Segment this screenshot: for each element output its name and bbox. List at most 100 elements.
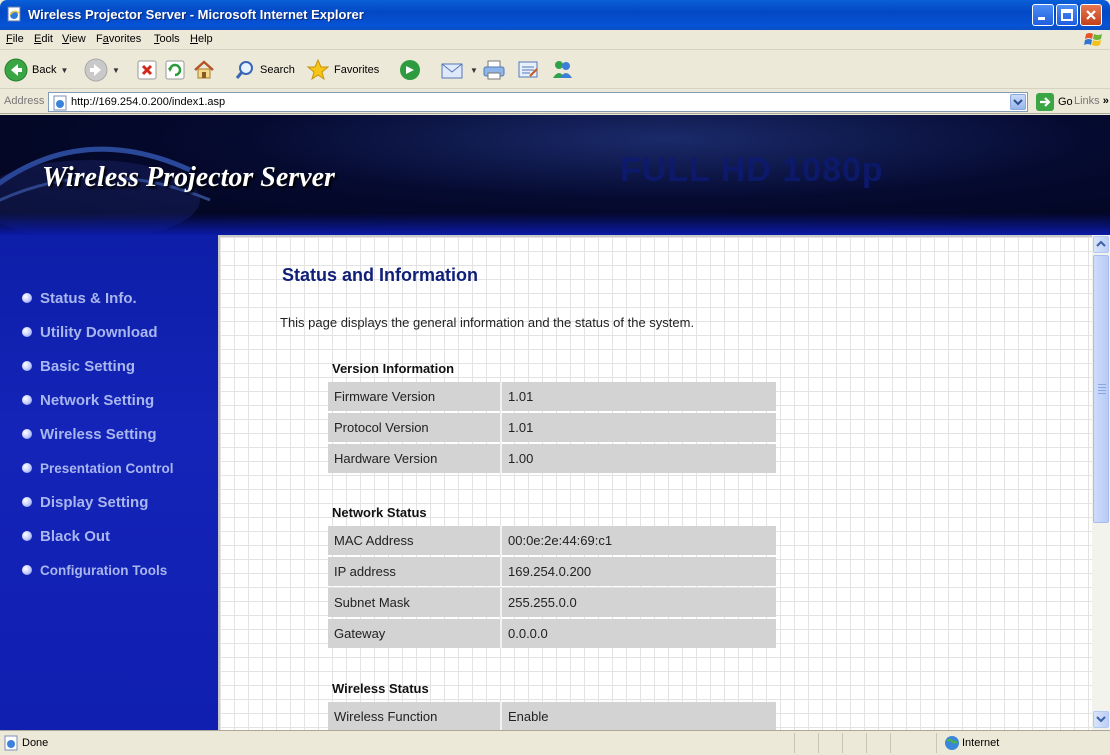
sidebar-item-black-out[interactable]: Black Out	[22, 525, 110, 547]
sidebar-item-presentation-control[interactable]: Presentation Control	[22, 457, 174, 479]
minimize-icon	[1038, 17, 1045, 20]
table-row: Hardware Version 1.00	[328, 444, 776, 473]
page-viewport: FULL HD 1080p Wireless Projector Server …	[0, 115, 1110, 730]
bullet-icon	[22, 327, 32, 337]
forward-arrow-icon	[84, 58, 108, 82]
bullet-icon	[22, 429, 32, 439]
links-button[interactable]: Links »	[1074, 95, 1109, 107]
menu-file[interactable]: File	[6, 33, 24, 45]
section-title-network: Network Status	[332, 505, 427, 520]
row-key: Wireless Function	[328, 702, 500, 730]
sidebar-item-status-info[interactable]: Status & Info.	[22, 287, 137, 309]
table-row: Gateway 0.0.0.0	[328, 619, 776, 648]
sidebar-item-configuration-tools[interactable]: Configuration Tools	[22, 559, 167, 581]
back-button[interactable]: Back ▼	[4, 56, 68, 84]
sidebar-item-utility-download[interactable]: Utility Download	[22, 321, 158, 343]
sidebar-item-network-setting[interactable]: Network Setting	[22, 389, 154, 411]
close-icon	[1086, 10, 1096, 20]
go-arrow-icon	[1036, 93, 1054, 111]
chevron-down-icon	[1096, 716, 1106, 723]
row-key: Protocol Version	[328, 413, 500, 442]
menu-bar: File Edit View Favorites Tools Help	[0, 30, 1110, 50]
messenger-icon	[553, 61, 572, 78]
row-value: 1.01	[500, 413, 776, 442]
scroll-down-button[interactable]	[1093, 711, 1109, 728]
table-row: Protocol Version 1.01	[328, 413, 776, 442]
sidebar: Status & Info. Utility Download Basic Se…	[0, 235, 218, 730]
messenger-button[interactable]	[550, 56, 574, 84]
toolbar: Back ▼ ▼ Search Favorites ▼	[0, 51, 1110, 89]
banner-brand-title: Wireless Projector Server	[42, 162, 335, 193]
search-button[interactable]: Search	[234, 56, 295, 84]
row-key: IP address	[328, 557, 500, 586]
bullet-icon	[22, 395, 32, 405]
menu-help[interactable]: Help	[190, 33, 213, 45]
window-title: Wireless Projector Server - Microsoft In…	[28, 7, 364, 22]
row-key: Gateway	[328, 619, 500, 648]
go-button[interactable]: Go	[1036, 93, 1073, 111]
row-key: Firmware Version	[328, 382, 500, 411]
media-button[interactable]	[398, 56, 422, 84]
page-icon	[53, 95, 67, 111]
sidebar-item-basic-setting[interactable]: Basic Setting	[22, 355, 135, 377]
maximize-icon	[1061, 9, 1073, 21]
table-row: Subnet Mask 255.255.0.0	[328, 588, 776, 617]
banner: FULL HD 1080p Wireless Projector Server	[0, 115, 1110, 235]
address-label: Address	[4, 95, 45, 107]
row-value: 1.01	[500, 382, 776, 411]
section-title-version: Version Information	[332, 361, 455, 376]
wireless-table: Wireless Function Enable	[328, 700, 776, 730]
print-button[interactable]	[482, 56, 506, 84]
row-key: Hardware Version	[328, 444, 500, 473]
menu-edit[interactable]: Edit	[34, 33, 53, 45]
forward-button[interactable]: ▼	[84, 56, 120, 84]
mail-button[interactable]: ▼	[440, 56, 478, 84]
chevron-down-icon	[1013, 99, 1023, 106]
print-icon	[483, 60, 505, 80]
security-zone-label: Internet	[962, 737, 1000, 749]
search-icon	[235, 61, 253, 79]
menu-favorites[interactable]: Favorites	[96, 33, 141, 45]
ie-page-icon	[7, 6, 21, 22]
bullet-icon	[22, 531, 32, 541]
row-value: 255.255.0.0	[500, 588, 776, 617]
status-bar: Done Internet	[0, 730, 1110, 755]
scroll-up-button[interactable]	[1093, 236, 1109, 253]
stop-icon	[137, 60, 157, 80]
home-button[interactable]	[192, 56, 216, 84]
sidebar-item-wireless-setting[interactable]: Wireless Setting	[22, 423, 157, 445]
table-row: IP address 169.254.0.200	[328, 557, 776, 586]
address-input[interactable]: http://169.254.0.200/index1.asp	[48, 92, 1028, 112]
row-key: Subnet Mask	[328, 588, 500, 617]
favorites-star-icon	[306, 58, 330, 81]
section-title-wireless: Wireless Status	[332, 681, 429, 696]
favorites-button[interactable]: Favorites	[306, 56, 379, 84]
content-panel: Status and Information This page display…	[218, 235, 1092, 730]
bullet-icon	[22, 565, 32, 575]
sidebar-item-display-setting[interactable]: Display Setting	[22, 491, 148, 513]
internet-globe-icon	[945, 736, 959, 750]
close-button[interactable]	[1080, 4, 1102, 26]
scroll-thumb[interactable]	[1093, 255, 1109, 523]
table-row: Firmware Version 1.01	[328, 382, 776, 411]
menu-tools[interactable]: Tools	[154, 33, 180, 45]
media-icon	[400, 60, 420, 80]
minimize-button[interactable]	[1032, 4, 1054, 26]
bullet-icon	[22, 361, 32, 371]
row-key: MAC Address	[328, 526, 500, 555]
status-text: Done	[22, 737, 49, 749]
page-done-icon	[4, 735, 18, 751]
menu-view[interactable]: View	[62, 33, 86, 45]
vertical-scrollbar[interactable]	[1092, 235, 1110, 730]
stop-button[interactable]	[136, 56, 158, 84]
maximize-button[interactable]	[1056, 4, 1078, 26]
bullet-icon	[22, 463, 32, 473]
page-title: Status and Information	[282, 265, 479, 285]
windows-logo-icon	[1084, 33, 1102, 46]
bullet-icon	[22, 497, 32, 507]
edit-button[interactable]	[516, 56, 540, 84]
address-dropdown-button[interactable]	[1010, 94, 1026, 110]
bullet-icon	[22, 293, 32, 303]
table-row: MAC Address 00:0e:2e:44:69:c1	[328, 526, 776, 555]
refresh-button[interactable]	[164, 56, 186, 84]
